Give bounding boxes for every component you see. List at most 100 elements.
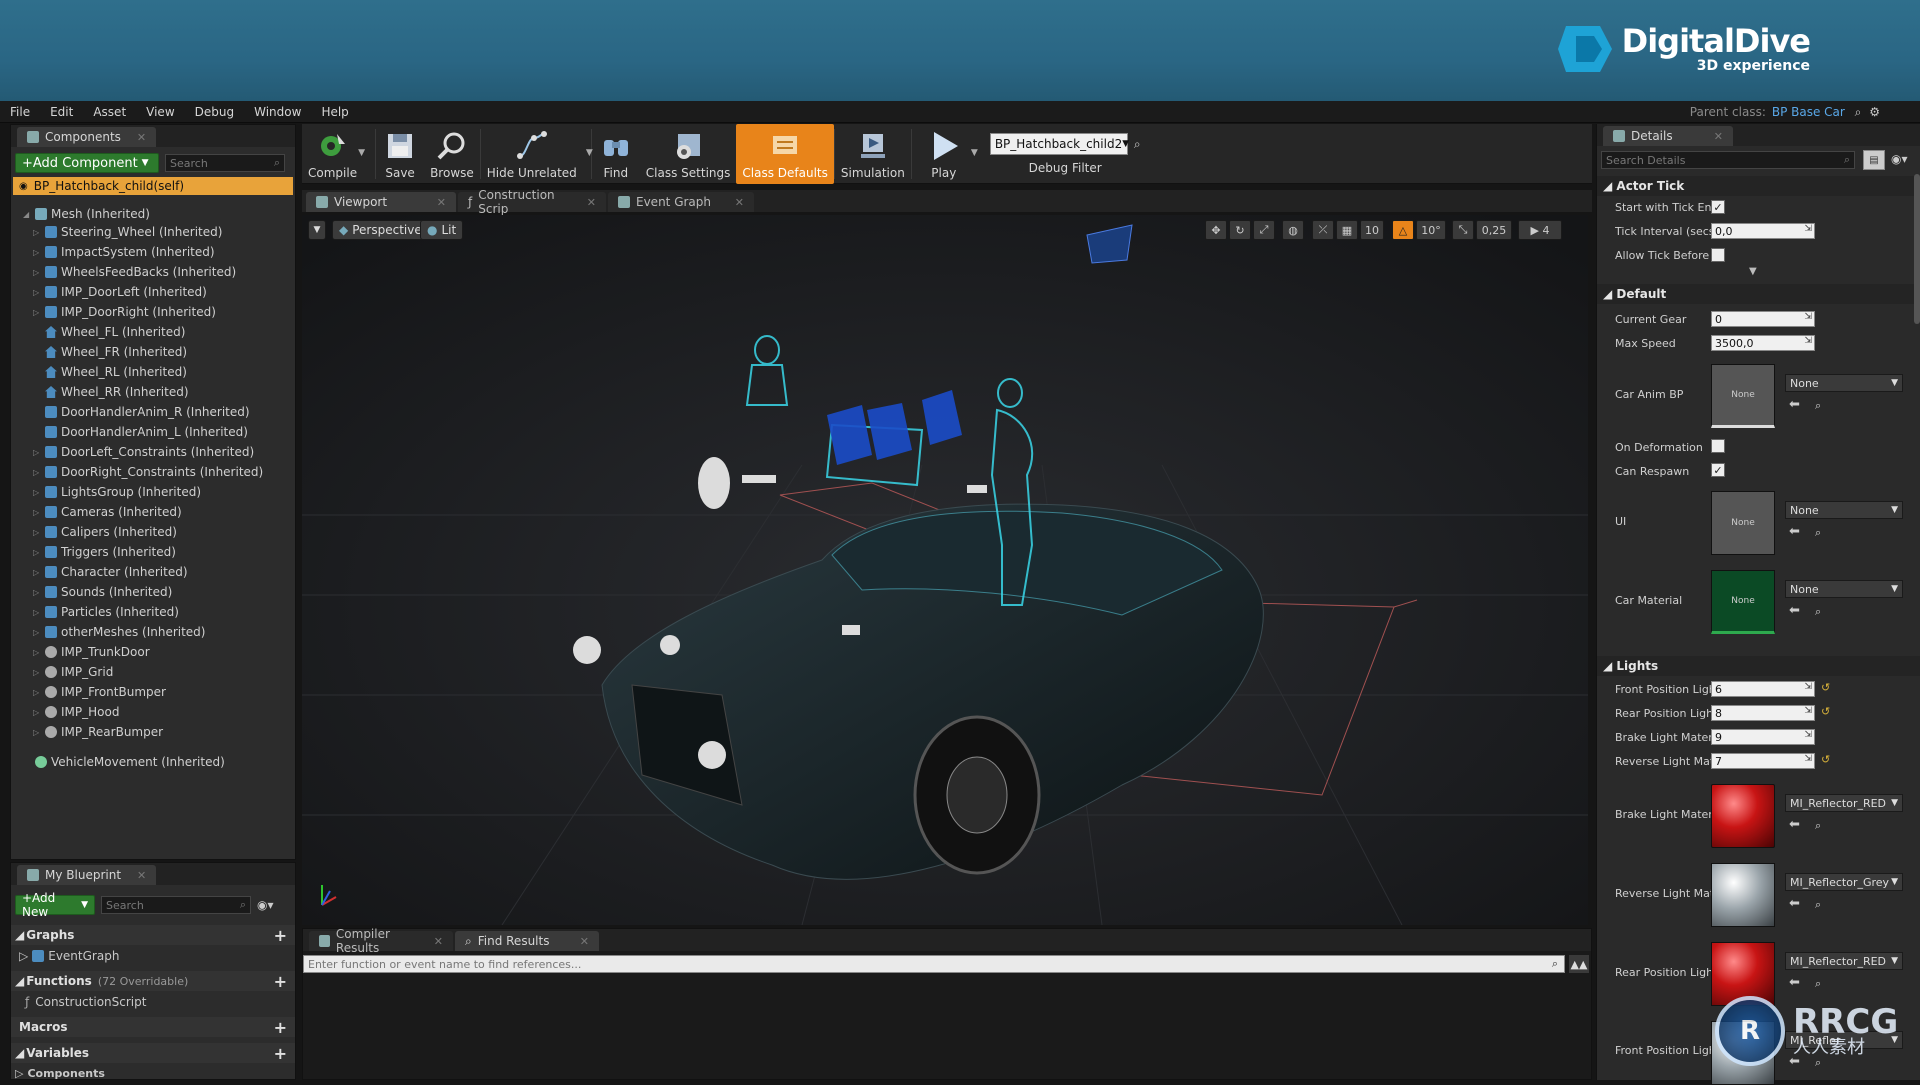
- brake-material-index-field[interactable]: 9: [1711, 729, 1815, 745]
- tab-construction-script[interactable]: ƒ Construction Scrip ✕: [458, 188, 606, 216]
- tree-item[interactable]: ▷ Character (Inherited): [33, 563, 188, 581]
- rotation-snap-icon[interactable]: △: [1392, 220, 1414, 240]
- current-gear-field[interactable]: 0: [1711, 311, 1815, 327]
- car-material-select[interactable]: None ▼: [1785, 580, 1903, 598]
- tree-item[interactable]: Wheel_FR (Inherited): [33, 343, 187, 361]
- use-selected-icon[interactable]: ⬅: [1789, 524, 1800, 539]
- close-icon[interactable]: ✕: [137, 869, 146, 882]
- camera-speed-button[interactable]: ▶ 4: [1518, 220, 1562, 240]
- menu-help[interactable]: Help: [311, 105, 358, 119]
- close-icon[interactable]: ✕: [735, 196, 744, 209]
- add-variable-icon[interactable]: +: [274, 1044, 287, 1063]
- brake-material-thumbnail[interactable]: [1711, 784, 1775, 848]
- rotation-snap-value[interactable]: 10°: [1416, 220, 1446, 240]
- tree-item[interactable]: ▷ DoorRight_Constraints (Inherited): [33, 463, 263, 481]
- grid-snap-value[interactable]: 10: [1360, 220, 1384, 240]
- tab-event-graph[interactable]: Event Graph ✕: [608, 192, 754, 212]
- ui-select[interactable]: None ▼: [1785, 501, 1903, 519]
- expand-arrow-icon[interactable]: ▷: [33, 708, 41, 717]
- browse-asset-icon[interactable]: ⌕: [1815, 898, 1821, 912]
- variables-section[interactable]: ◢ Variables +: [11, 1043, 295, 1063]
- on-deformation-checkbox[interactable]: [1711, 439, 1725, 453]
- viewport-options-button[interactable]: ▼: [308, 220, 326, 240]
- section-default[interactable]: ◢ Default: [1597, 284, 1920, 304]
- browse-asset-icon[interactable]: ⌕: [1815, 399, 1821, 413]
- tree-item[interactable]: ▷ Sounds (Inherited): [33, 583, 172, 601]
- expand-arrow-icon[interactable]: ▷: [33, 688, 41, 697]
- chevron-down-icon[interactable]: ▼: [971, 148, 978, 158]
- use-selected-icon[interactable]: ⬅: [1789, 817, 1800, 832]
- reverse-material-index-field[interactable]: 7: [1711, 753, 1815, 769]
- details-search-input[interactable]: Search Details ⌕: [1601, 151, 1855, 169]
- class-defaults-button[interactable]: Class Defaults: [736, 124, 834, 184]
- expand-arrow-icon[interactable]: ▷: [33, 308, 41, 317]
- world-local-icon[interactable]: ◍: [1282, 220, 1304, 240]
- start-tick-checkbox[interactable]: ✓: [1711, 200, 1725, 214]
- menu-asset[interactable]: Asset: [83, 105, 136, 119]
- menu-file[interactable]: File: [0, 105, 40, 119]
- expand-arrow-icon[interactable]: ▷: [33, 468, 41, 477]
- debug-object-select[interactable]: BP_Hatchback_child2 ▼: [989, 133, 1129, 155]
- chevron-down-icon[interactable]: ▼: [358, 148, 365, 158]
- use-selected-icon[interactable]: ⬅: [1789, 603, 1800, 618]
- allow-tick-checkbox[interactable]: [1711, 248, 1725, 262]
- tree-root-mesh[interactable]: ◢ Mesh (Inherited): [23, 205, 150, 223]
- car-material-thumbnail[interactable]: None: [1711, 570, 1775, 634]
- functions-section[interactable]: ◢ Functions (72 Overridable) +: [11, 971, 295, 991]
- grid-snap-icon[interactable]: ▦: [1336, 220, 1358, 240]
- search-icon[interactable]: ⌕: [1855, 105, 1862, 119]
- tree-item[interactable]: ▷ Triggers (Inherited): [33, 543, 176, 561]
- menu-window[interactable]: Window: [244, 105, 311, 119]
- translate-icon[interactable]: ✥: [1205, 220, 1227, 240]
- reverse-material-thumbnail[interactable]: [1711, 863, 1775, 927]
- expand-arrow-icon[interactable]: ◢: [23, 210, 31, 219]
- close-icon[interactable]: ✕: [437, 196, 446, 209]
- parent-class-link[interactable]: BP Base Car: [1772, 105, 1845, 119]
- find-button[interactable]: Find: [592, 124, 640, 184]
- tab-my-blueprint[interactable]: My Blueprint ✕: [17, 865, 157, 885]
- expand-arrow-icon[interactable]: ▷: [33, 728, 41, 737]
- construction-script-item[interactable]: ƒ ConstructionScript: [25, 993, 146, 1011]
- search-icon[interactable]: ⌕: [1134, 137, 1141, 152]
- close-icon[interactable]: ✕: [137, 131, 146, 144]
- eye-icon[interactable]: ◉▾: [1891, 152, 1908, 166]
- reset-arrow-icon[interactable]: ↺: [1821, 705, 1830, 718]
- browse-asset-icon[interactable]: ⌕: [1815, 526, 1821, 540]
- car-anim-thumbnail[interactable]: None: [1711, 364, 1775, 428]
- expand-arrow-icon[interactable]: ▷: [33, 668, 41, 677]
- tree-item[interactable]: ▷ IMP_Grid: [33, 663, 113, 681]
- components-var-item[interactable]: ▷ Components: [15, 1065, 105, 1081]
- find-references-input[interactable]: Enter function or event name to find ref…: [303, 955, 1565, 973]
- brake-material-select[interactable]: MI_Reflector_RED ▼: [1785, 794, 1903, 812]
- expand-arrow-icon[interactable]: ▷: [33, 588, 41, 597]
- expand-arrow-icon[interactable]: ▷: [33, 568, 41, 577]
- tree-item[interactable]: ▷ IMP_RearBumper: [33, 723, 163, 741]
- close-icon[interactable]: ✕: [587, 196, 596, 209]
- add-new-button[interactable]: +Add New ▼: [15, 891, 95, 919]
- browse-button[interactable]: Browse: [424, 124, 480, 184]
- save-button[interactable]: Save: [376, 124, 424, 184]
- rear-position-select[interactable]: MI_Reflector_RED ▼: [1785, 952, 1903, 970]
- tree-item[interactable]: ▷ ImpactSystem (Inherited): [33, 243, 215, 261]
- add-component-button[interactable]: +Add Component ▼: [15, 153, 159, 173]
- reverse-material-select[interactable]: MI_Reflector_Grey ▼: [1785, 873, 1903, 891]
- rear-position-field[interactable]: 8: [1711, 705, 1815, 721]
- car-anim-select[interactable]: None ▼: [1785, 374, 1903, 392]
- tick-interval-field[interactable]: 0,0: [1711, 223, 1815, 239]
- tree-item[interactable]: Wheel_FL (Inherited): [33, 323, 185, 341]
- perspective-button[interactable]: ◆ Perspective: [332, 220, 429, 240]
- tree-item[interactable]: ▷ Steering_Wheel (Inherited): [33, 223, 222, 241]
- graphs-section[interactable]: ◢ Graphs +: [11, 925, 295, 945]
- hide-unrelated-button[interactable]: Hide Unrelated ▼: [481, 124, 593, 184]
- tab-details[interactable]: Details ✕: [1603, 126, 1733, 146]
- reset-arrow-icon[interactable]: ↺: [1821, 681, 1830, 694]
- tree-item[interactable]: ▷ LightsGroup (Inherited): [33, 483, 201, 501]
- expand-arrow-icon[interactable]: ▷: [33, 228, 41, 237]
- expand-arrow-icon[interactable]: ▷: [33, 608, 41, 617]
- use-selected-icon[interactable]: ⬅: [1789, 397, 1800, 412]
- add-graph-icon[interactable]: +: [274, 926, 287, 945]
- expand-arrow-icon[interactable]: ▷: [33, 508, 41, 517]
- expand-arrow-icon[interactable]: ▷: [33, 448, 41, 457]
- expand-arrow-icon[interactable]: ▷: [33, 288, 41, 297]
- expand-advanced-icon[interactable]: ▼: [1749, 266, 1757, 277]
